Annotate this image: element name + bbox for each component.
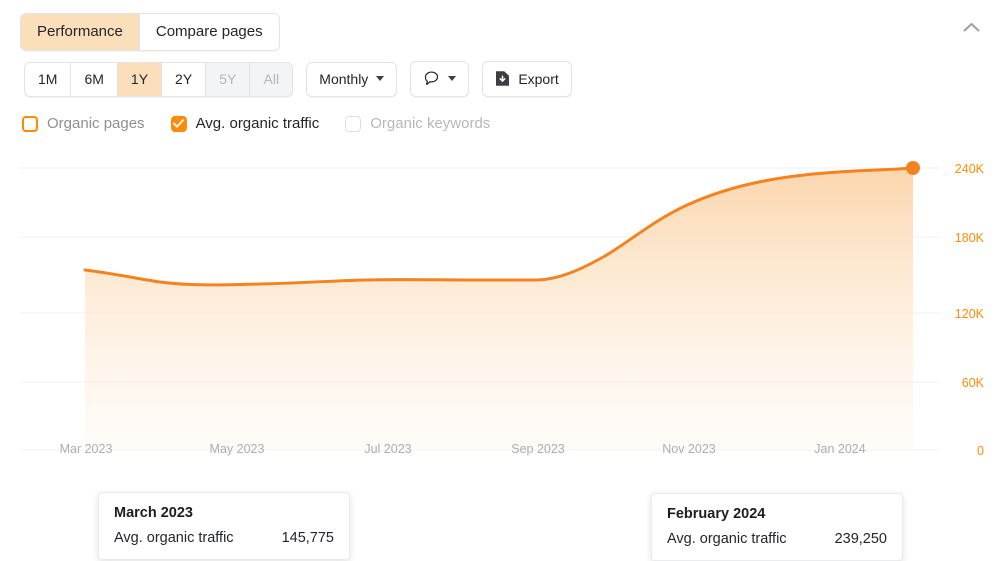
- range-1y[interactable]: 1Y: [116, 62, 162, 96]
- checkbox-checked-icon: [170, 115, 187, 132]
- range-2y[interactable]: 2Y: [161, 62, 206, 96]
- granularity-dropdown[interactable]: Monthly: [306, 61, 398, 97]
- range-2y-label: 2Y: [175, 70, 193, 87]
- export-label: Export: [518, 70, 559, 87]
- range-5y-label: 5Y: [219, 70, 237, 87]
- chevron-down-icon: [448, 76, 457, 81]
- speech-bubble-icon: [425, 71, 439, 85]
- range-1m-label: 1M: [38, 70, 58, 87]
- xtick-may-2023: May 2023: [210, 442, 265, 456]
- performance-chart: 240K 180K 120K 60K 0 Mar 2023 May 2023 J…: [0, 152, 1000, 561]
- tab-performance-label: Performance: [37, 23, 123, 40]
- xtick-sep-2023: Sep 2023: [511, 442, 565, 456]
- download-file-icon: [496, 71, 510, 86]
- range-1m[interactable]: 1M: [25, 62, 71, 96]
- tooltip-metric-value: 145,775: [281, 530, 334, 546]
- legend-item-avg-organic-traffic[interactable]: Avg. organic traffic: [170, 115, 320, 132]
- range-1y-label: 1Y: [130, 70, 149, 87]
- xtick-mar-2023: Mar 2023: [60, 442, 113, 456]
- tab-performance[interactable]: Performance: [21, 14, 139, 50]
- chart-end-point-marker: [906, 161, 920, 175]
- time-range-group: 1M 6M 1Y 2Y 5Y All: [24, 61, 294, 97]
- range-all-label: All: [263, 70, 280, 87]
- ytick-180k: 180K: [955, 231, 985, 245]
- chart-controls: 1M 6M 1Y 2Y 5Y All Monthly Export: [24, 61, 572, 97]
- tab-compare-pages-label: Compare pages: [155, 23, 263, 40]
- metric-legend: Organic pages Avg. organic traffic Organ…: [22, 115, 490, 132]
- annotations-dropdown[interactable]: [410, 61, 470, 97]
- range-5y: 5Y: [205, 62, 250, 96]
- legend-item-organic-pages[interactable]: Organic pages: [22, 115, 145, 132]
- range-6m[interactable]: 6M: [70, 62, 117, 96]
- ytick-0: 0: [977, 444, 984, 458]
- view-tabs: Performance Compare pages: [20, 13, 280, 51]
- check-icon: [173, 119, 185, 128]
- chart-area-fill: [85, 168, 913, 450]
- chart-tooltip-february-2024: February 2024 Avg. organic traffic 239,2…: [651, 493, 903, 561]
- chart-canvas: 240K 180K 120K 60K 0 Mar 2023 May 2023 J…: [20, 161, 985, 458]
- tab-compare-pages[interactable]: Compare pages: [138, 14, 279, 50]
- tooltip-metric-label: Avg. organic traffic: [114, 530, 234, 546]
- tooltip-metric-value: 239,250: [834, 531, 887, 547]
- xtick-nov-2023: Nov 2023: [662, 442, 716, 456]
- tooltip-title: March 2023: [114, 505, 193, 521]
- checkbox-disabled-icon: [345, 115, 362, 132]
- legend-label-organic-pages: Organic pages: [47, 115, 145, 132]
- legend-item-organic-keywords: Organic keywords: [345, 115, 490, 132]
- range-all: All: [249, 62, 293, 96]
- chart-y-axis: 240K 180K 120K 60K 0: [955, 162, 985, 458]
- chevron-down-icon: [376, 76, 385, 81]
- legend-label-organic-keywords: Organic keywords: [370, 115, 491, 132]
- tooltip-metric-row: Avg. organic traffic 145,775: [114, 530, 334, 546]
- ytick-120k: 120K: [955, 307, 985, 321]
- tab-group: Performance Compare pages: [20, 13, 280, 51]
- chart-tooltip-march-2023: March 2023 Avg. organic traffic 145,775: [98, 492, 350, 560]
- legend-label-avg-organic-traffic: Avg. organic traffic: [195, 115, 320, 132]
- tooltip-metric-row: Avg. organic traffic 239,250: [667, 531, 887, 547]
- export-button[interactable]: Export: [482, 61, 572, 97]
- collapse-panel-button[interactable]: [956, 12, 986, 42]
- xtick-jul-2023: Jul 2023: [364, 442, 411, 456]
- checkbox-unchecked-icon: [22, 115, 38, 132]
- xtick-jan-2024: Jan 2024: [814, 442, 865, 456]
- ytick-60k: 60K: [962, 376, 985, 390]
- tooltip-metric-label: Avg. organic traffic: [667, 531, 787, 547]
- chevron-up-icon: [963, 22, 979, 31]
- tooltip-title: February 2024: [667, 506, 766, 522]
- range-6m-label: 6M: [84, 70, 104, 87]
- ytick-240k: 240K: [955, 162, 985, 176]
- granularity-label: Monthly: [319, 70, 369, 87]
